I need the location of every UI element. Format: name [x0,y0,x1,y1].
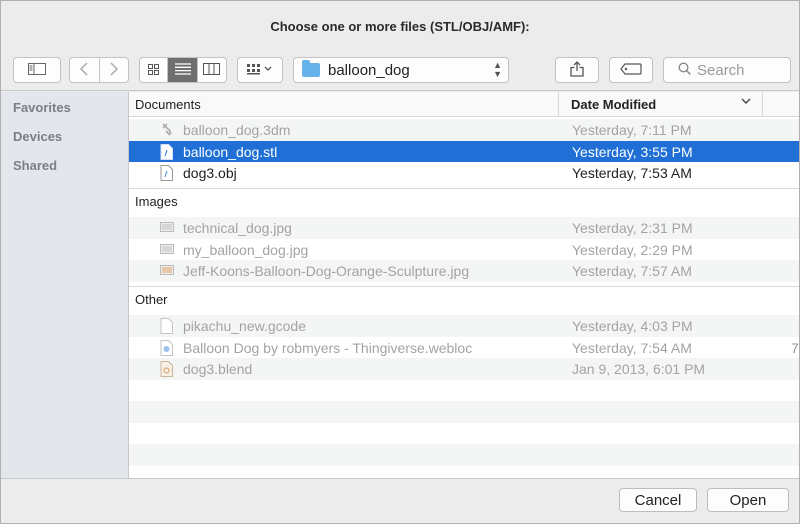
list-view-icon [174,62,191,78]
file-date: Yesterday, 7:11 PM [572,122,692,138]
file-date: Yesterday, 2:29 PM [572,241,693,258]
image-file-icon [160,263,174,279]
updown-chevron-icon: ▲ ▼ [493,60,502,79]
image-file-icon [160,242,174,258]
blend-file-icon [160,361,173,377]
blank-file-icon [160,318,173,334]
list-item[interactable]: pikachu_new.gcode Yesterday, 4:03 PM [129,315,799,337]
empty-row [129,444,799,466]
file-list: Documents Date Modified balloon_dog.3dm … [129,92,799,478]
file-name: technical_dog.jpg [183,220,292,236]
column-view-icon [203,62,221,78]
column-header-name[interactable]: Documents [135,97,201,112]
sidebar-section-shared[interactable]: Shared [13,158,57,173]
group-header-other: Other [129,288,799,310]
file-name: pikachu_new.gcode [183,318,306,334]
file-name: dog3.blend [183,361,253,377]
column-divider[interactable] [762,92,763,117]
image-file-icon [160,220,174,236]
file-date: Yesterday, 7:54 AM [572,339,692,356]
sidebar-toggle-button[interactable] [13,57,61,83]
group-title: Images [135,194,178,209]
document-icon [160,143,173,160]
list-item[interactable]: Balloon Dog by robmyers - Thingiverse.we… [129,337,799,359]
file-open-dialog: Choose one or more files (STL/OBJ/AMF): [0,0,800,524]
file-name: dog3.obj [183,165,237,181]
location-label: balloon_dog [328,61,410,79]
folder-icon [302,60,320,77]
navigation-buttons [69,57,129,83]
sidebar-section-favorites[interactable]: Favorites [13,100,71,115]
group-divider [129,286,799,287]
file-date: Yesterday, 3:55 PM [572,143,693,160]
cancel-button[interactable]: Cancel [619,488,697,512]
share-button[interactable] [555,57,599,83]
list-item[interactable]: Jeff-Koons-Balloon-Dog-Orange-Sculpture.… [129,260,799,282]
empty-row [129,423,799,445]
sidebar: Favorites Devices Shared [1,92,129,478]
list-item[interactable]: balloon_dog.3dm Yesterday, 7:11 PM [129,119,799,141]
file-name: my_balloon_dog.jpg [183,241,309,258]
search-icon [678,61,697,79]
location-popup[interactable]: balloon_dog ▲ ▼ [293,57,509,83]
list-item[interactable]: technical_dog.jpg Yesterday, 2:31 PM [129,217,799,239]
tag-icon [620,62,642,78]
search-placeholder: Search [697,61,745,79]
column-header-date[interactable]: Date Modified [571,97,656,112]
tag-button[interactable] [609,57,653,83]
group-divider [129,188,799,189]
list-item[interactable]: dog3.blend Jan 9, 2013, 6:01 PM [129,358,799,380]
open-button[interactable]: Open [707,488,789,512]
file-name: Balloon Dog by robmyers - Thingiverse.we… [183,339,473,356]
view-mode-control [139,57,227,83]
truncated-column-value: 7 [791,339,799,356]
list-view-button[interactable] [168,58,198,82]
empty-row [129,380,799,402]
forward-button[interactable] [100,58,129,82]
sidebar-section-devices[interactable]: Devices [13,129,62,144]
column-view-button[interactable] [198,58,226,82]
file-date: Yesterday, 7:53 AM [572,165,692,181]
file-date: Yesterday, 4:03 PM [572,318,693,334]
group-header-images: Images [129,190,799,212]
file-date: Yesterday, 2:31 PM [572,220,693,236]
list-header: Documents Date Modified [129,92,799,117]
arrange-grid-icon [247,63,273,78]
search-field[interactable]: Search [663,57,791,83]
toolbar: balloon_dog ▲ ▼ Search [1,53,799,91]
file-name: balloon_dog.stl [183,143,278,160]
group-title: Other [135,292,168,307]
3dm-file-icon [160,122,173,138]
icon-view-icon [148,63,160,78]
webloc-file-icon [160,339,173,356]
dialog-footer: Cancel Open [1,478,799,523]
file-date: Jan 9, 2013, 6:01 PM [572,361,706,377]
back-button[interactable] [70,58,100,82]
document-icon [160,165,173,181]
list-item-selected[interactable]: balloon_dog.stl Yesterday, 3:55 PM [129,140,799,162]
dialog-title: Choose one or more files (STL/OBJ/AMF): [270,19,530,34]
file-date: Yesterday, 7:57 AM [572,263,692,279]
sidebar-icon [28,62,46,78]
icon-view-button[interactable] [140,58,169,82]
share-icon [570,60,584,80]
chevron-left-icon [80,61,88,79]
list-item[interactable]: dog3.obj Yesterday, 7:53 AM [129,162,799,184]
sort-chevron-icon [741,96,751,108]
file-name: balloon_dog.3dm [183,122,291,138]
empty-row [129,401,799,423]
chevron-right-icon [110,61,118,79]
column-divider[interactable] [558,92,559,117]
arrange-button[interactable] [237,57,283,83]
list-item[interactable]: my_balloon_dog.jpg Yesterday, 2:29 PM [129,239,799,261]
file-name: Jeff-Koons-Balloon-Dog-Orange-Sculpture.… [183,263,470,279]
